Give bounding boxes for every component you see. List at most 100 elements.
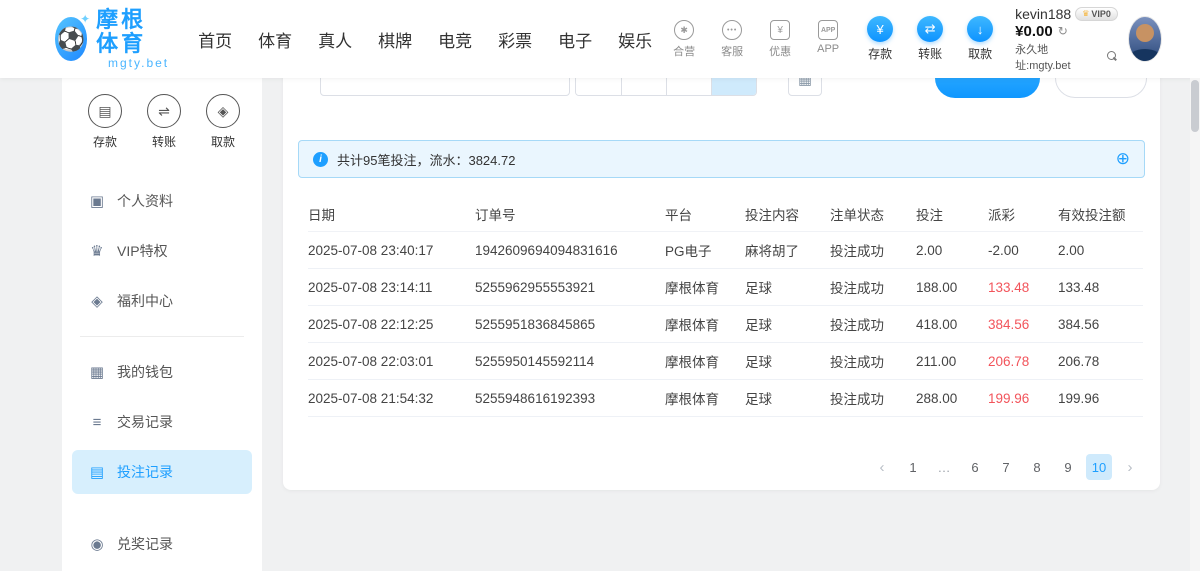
- sidebar-item-bet-records[interactable]: ▤ 投注记录: [72, 450, 252, 494]
- header-order: 订单号: [475, 204, 665, 224]
- segment-option-1[interactable]: [576, 78, 621, 95]
- customer-service-button[interactable]: ••• 客服: [713, 19, 751, 59]
- pagination: ‹ 1 … 6 7 8 9 10 ›: [869, 454, 1143, 480]
- chat-icon: •••: [722, 19, 742, 41]
- transactions-icon: ≡: [88, 414, 106, 431]
- filter-search-input[interactable]: [320, 78, 570, 96]
- segment-option-3[interactable]: [666, 78, 711, 95]
- refresh-balance-icon[interactable]: ↻: [1058, 24, 1068, 38]
- sidebar-item-wallet[interactable]: ▦ 我的钱包: [72, 350, 252, 394]
- cell-valid: 206.78: [1058, 354, 1143, 369]
- segment-option-4-active[interactable]: [711, 78, 756, 95]
- page-7[interactable]: 7: [993, 454, 1019, 480]
- page-1[interactable]: 1: [900, 454, 926, 480]
- cell-order: 1942609694094831616: [475, 243, 665, 258]
- sidebar-item-redeem-records[interactable]: ◉ 兑奖记录: [72, 522, 252, 566]
- brand-domain: mgty.bet: [96, 56, 169, 70]
- query-button[interactable]: [935, 78, 1040, 98]
- page-9[interactable]: 9: [1055, 454, 1081, 480]
- brand-logo[interactable]: ⚽ ✦ 摩根体育 mgty.bet: [55, 8, 169, 70]
- transfer-button[interactable]: ⇄ 转账: [909, 16, 951, 62]
- deposit-icon: ¥: [867, 16, 893, 42]
- header-valid: 有效投注额: [1058, 204, 1143, 224]
- page-6[interactable]: 6: [962, 454, 988, 480]
- sidebar-item-profile[interactable]: ▣ 个人资料: [72, 179, 252, 223]
- cell-content: 足球: [745, 388, 830, 408]
- next-page-button[interactable]: ›: [1117, 454, 1143, 480]
- cell-payout: 199.96: [988, 391, 1058, 406]
- nav-item-cards[interactable]: 棋牌: [365, 27, 425, 52]
- sidebar-item-transactions[interactable]: ≡ 交易记录: [72, 400, 252, 444]
- sidebar-item-welfare[interactable]: ◈ 福利中心: [72, 279, 252, 323]
- cell-platform: 摩根体育: [665, 388, 745, 408]
- nav-item-lottery[interactable]: 彩票: [485, 27, 545, 52]
- header-payout: 派彩: [988, 204, 1058, 224]
- nav-item-esports[interactable]: 电竞: [425, 27, 485, 52]
- nav-item-live[interactable]: 真人: [305, 27, 365, 52]
- expand-plus-icon[interactable]: ⊕: [1116, 149, 1130, 169]
- page: ⚽ ✦ 摩根体育 mgty.bet 首页 体育 真人 棋牌 电竞 彩票 电子 娱…: [0, 0, 1200, 571]
- cell-bet: 418.00: [916, 317, 988, 332]
- quick-transfer-button[interactable]: ⇌ 转账: [139, 94, 189, 150]
- quick-withdraw-button[interactable]: ◈ 取款: [198, 94, 248, 150]
- cell-valid: 199.96: [1058, 391, 1143, 406]
- cell-status: 投注成功: [830, 240, 916, 260]
- table-row: 2025-07-08 21:54:32 5255948616192393 摩根体…: [308, 380, 1143, 417]
- main-content: ▦ i 共计95笔投注，流水：3824.72 ⊕ 日期 订单号 平台 投注内容 …: [262, 78, 1200, 571]
- prev-page-button[interactable]: ‹: [869, 454, 895, 480]
- handshake-icon: ✱: [674, 19, 694, 41]
- partner-button[interactable]: ✱ 合营: [665, 19, 703, 59]
- scrollbar-thumb[interactable]: [1191, 80, 1199, 132]
- football-icon: ⚽ ✦: [55, 17, 87, 61]
- promotions-button[interactable]: ¥ 优惠: [761, 19, 799, 59]
- cell-payout: 206.78: [988, 354, 1058, 369]
- quick-deposit-button[interactable]: ▤ 存款: [80, 94, 130, 150]
- page-10-active[interactable]: 10: [1086, 454, 1112, 480]
- cell-payout: 133.48: [988, 280, 1058, 295]
- cell-status: 投注成功: [830, 314, 916, 334]
- header-status: 注单状态: [830, 204, 916, 224]
- bet-records-table: 日期 订单号 平台 投注内容 注单状态 投注 派彩 有效投注额 2025-07-…: [308, 196, 1143, 417]
- nav-item-slots[interactable]: 电子: [545, 27, 605, 52]
- cell-bet: 211.00: [916, 354, 988, 369]
- withdraw-button[interactable]: ↓ 取款: [959, 16, 1001, 62]
- username: kevin188: [1015, 6, 1071, 22]
- sidebar-item-vip[interactable]: ♛ VIP特权: [72, 229, 252, 273]
- app-download-button[interactable]: APP APP: [809, 19, 847, 59]
- search-icon[interactable]: [1107, 51, 1118, 62]
- nav-item-entertain[interactable]: 娱乐: [605, 27, 665, 52]
- cell-payout: 384.56: [988, 317, 1058, 332]
- table-row: 2025-07-08 22:03:01 5255950145592114 摩根体…: [308, 343, 1143, 380]
- page-8[interactable]: 8: [1024, 454, 1050, 480]
- reset-button[interactable]: [1055, 78, 1147, 98]
- main-nav: 首页 体育 真人 棋牌 电竞 彩票 电子 娱乐: [185, 27, 665, 52]
- cell-platform: 摩根体育: [665, 277, 745, 297]
- info-icon: i: [313, 152, 328, 167]
- nav-item-sports[interactable]: 体育: [245, 27, 305, 52]
- cell-bet: 288.00: [916, 391, 988, 406]
- cell-platform: PG电子: [665, 240, 745, 260]
- cell-status: 投注成功: [830, 351, 916, 371]
- withdraw-icon: ↓: [967, 16, 993, 42]
- deposit-card-icon: ▤: [88, 94, 122, 128]
- grid-filter-button[interactable]: ▦: [788, 78, 822, 96]
- crown-icon: ♛: [1082, 9, 1089, 18]
- cell-order: 5255951836845865: [475, 317, 665, 332]
- header-content: 投注内容: [745, 204, 830, 224]
- menu-divider: [80, 336, 244, 337]
- cell-content: 足球: [745, 277, 830, 297]
- vip-badge[interactable]: ♛ VIP0: [1075, 7, 1118, 21]
- table-header-row: 日期 订单号 平台 投注内容 注单状态 投注 派彩 有效投注额: [308, 196, 1143, 232]
- table-row: 2025-07-08 22:12:25 5255951836845865 摩根体…: [308, 306, 1143, 343]
- balance-amount: ¥0.00: [1015, 23, 1053, 40]
- deposit-button[interactable]: ¥ 存款: [859, 16, 901, 62]
- scrollbar-track[interactable]: [1190, 78, 1200, 571]
- avatar[interactable]: [1128, 16, 1162, 62]
- nav-item-home[interactable]: 首页: [185, 27, 245, 52]
- welfare-icon: ◈: [88, 292, 106, 310]
- bet-records-card: ▦ i 共计95笔投注，流水：3824.72 ⊕ 日期 订单号 平台 投注内容 …: [283, 78, 1160, 490]
- header-date: 日期: [308, 204, 475, 224]
- cell-date: 2025-07-08 21:54:32: [308, 391, 475, 406]
- segment-option-2[interactable]: [621, 78, 666, 95]
- cell-valid: 2.00: [1058, 243, 1143, 258]
